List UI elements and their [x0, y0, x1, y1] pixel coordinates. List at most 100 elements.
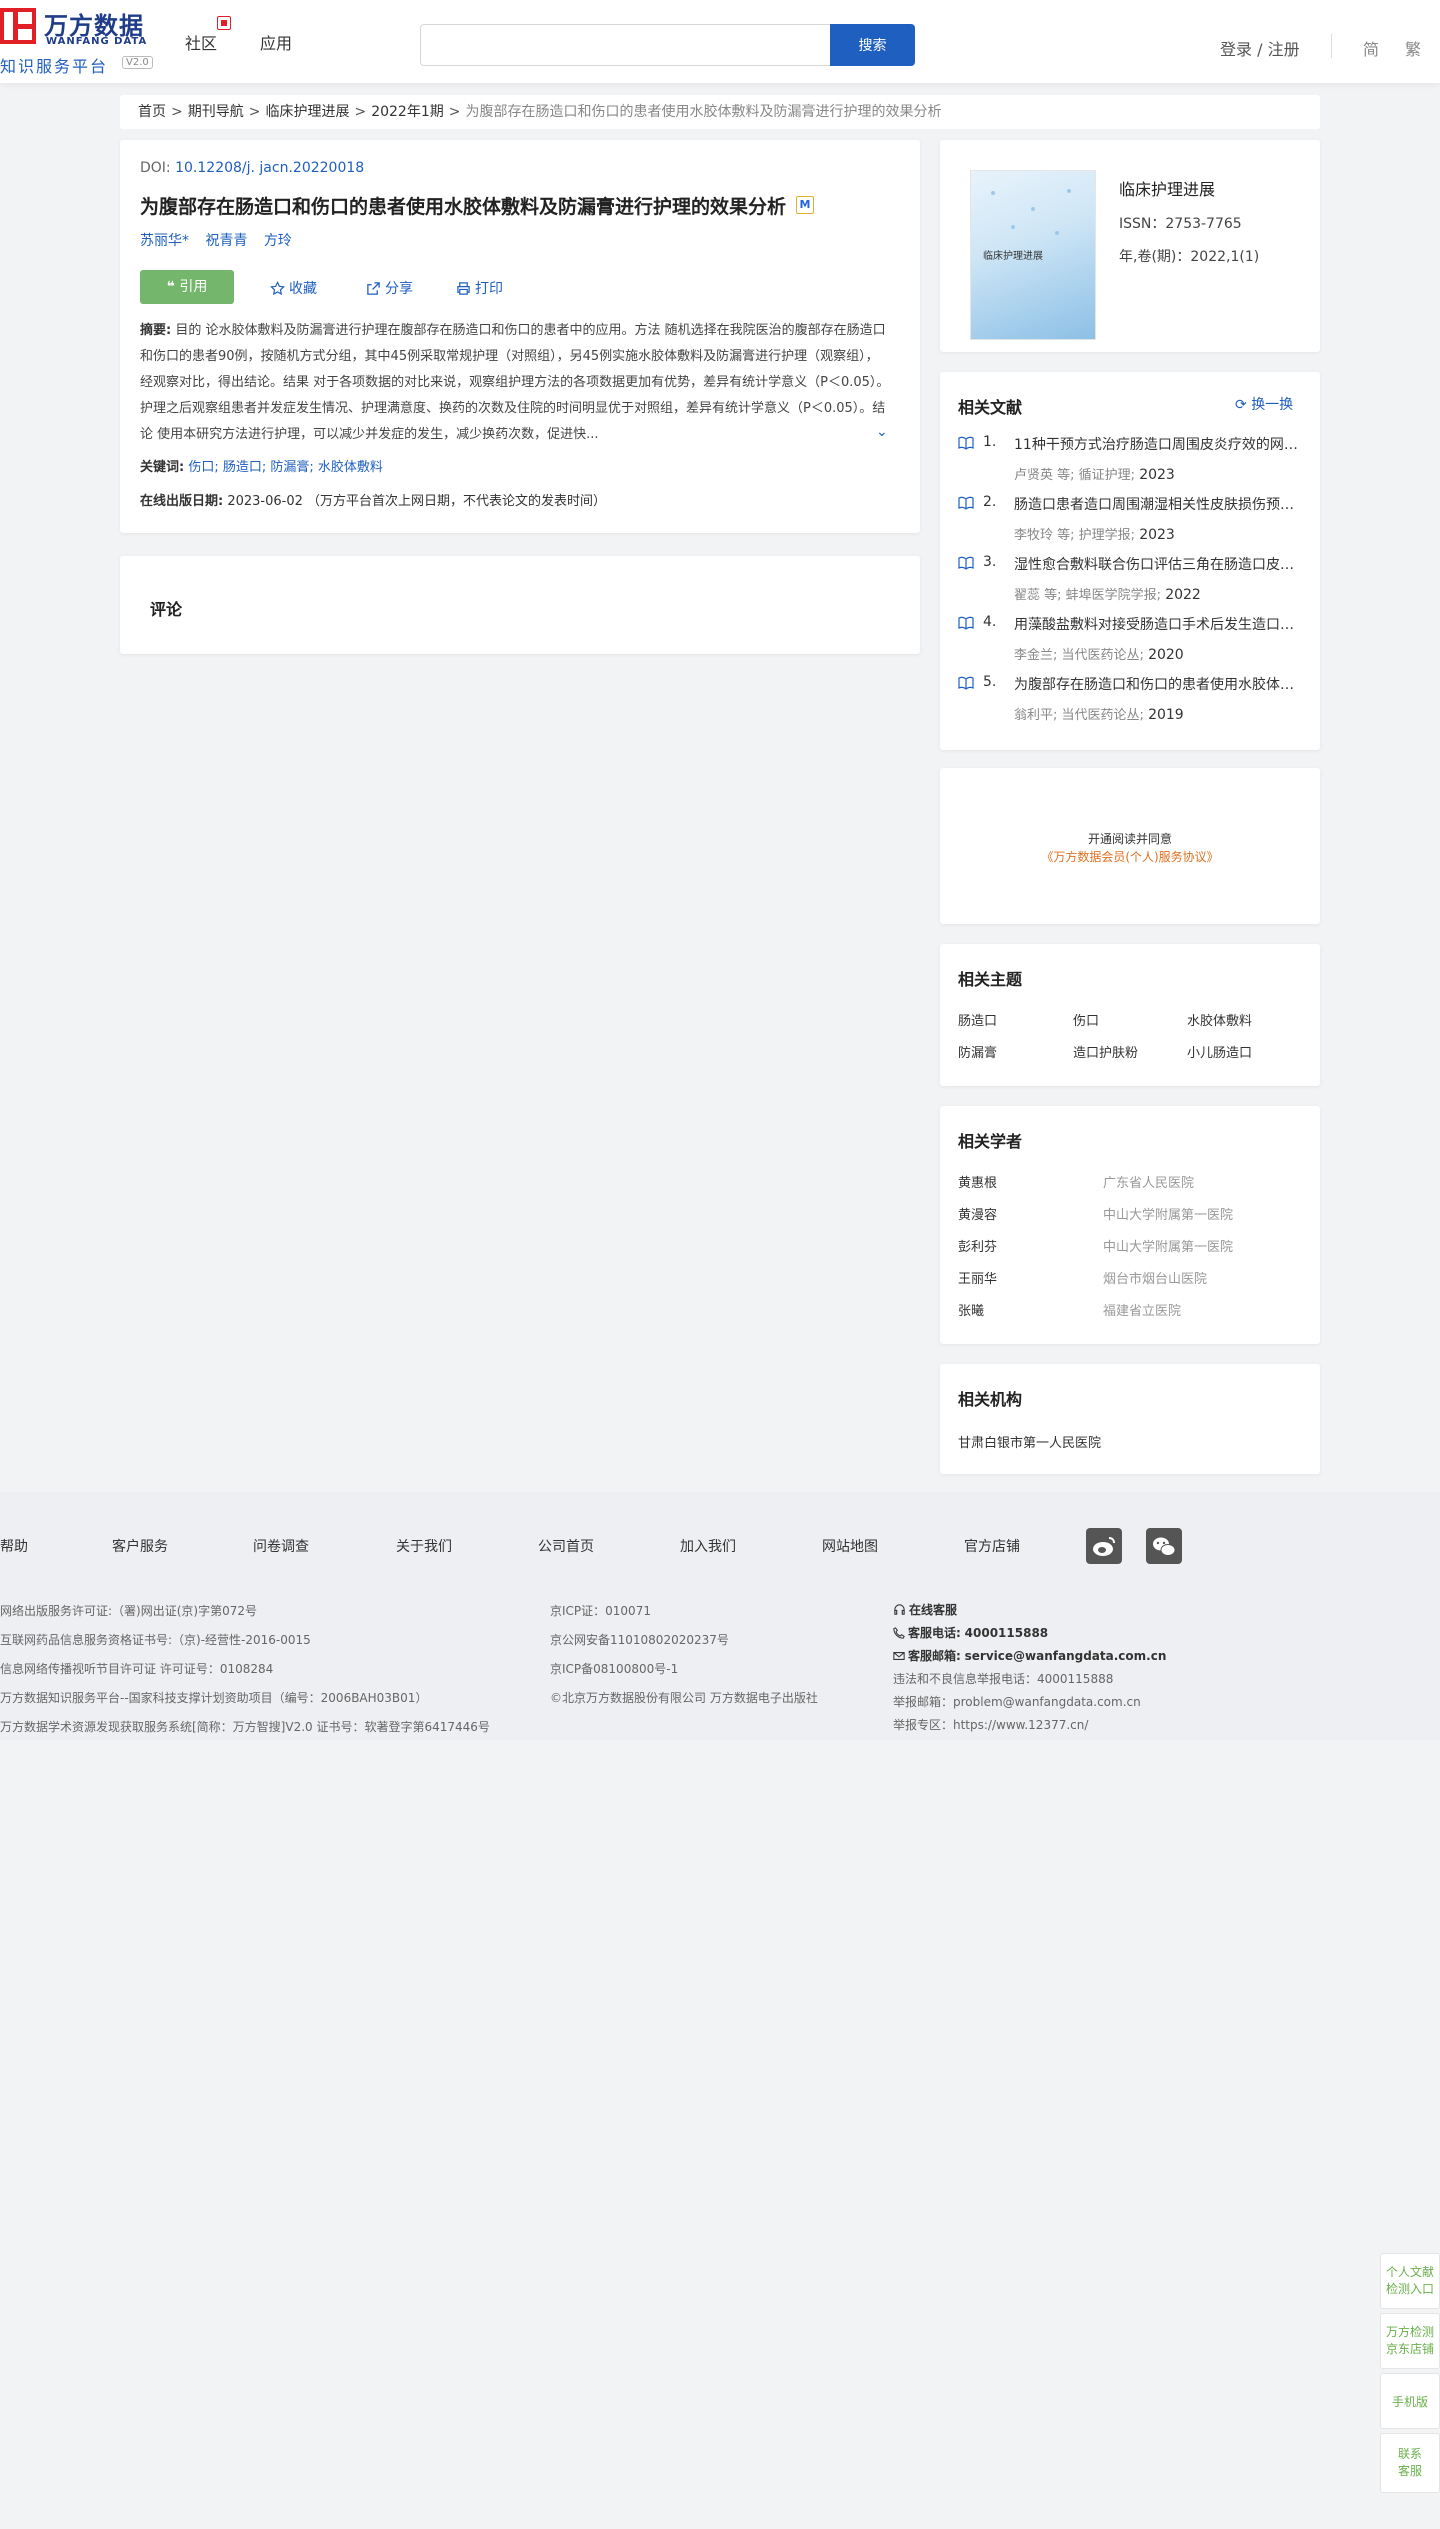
org-link[interactable]: 甘肃白银市第一人民医院	[958, 1432, 1101, 1451]
scholar-name[interactable]: 张曦	[958, 1300, 984, 1319]
breadcrumb-home[interactable]: 首页	[138, 104, 166, 120]
related-doc-item[interactable]: 3. 湿性愈合敷料联合伤口评估三角在肠造口皮肤黏膜分离患者中的应用翟蕊 等; 蚌埠…	[958, 554, 1304, 606]
related-doc-meta: 翟蕊 等; 蚌埠医学院学报; 2022	[1014, 584, 1201, 603]
lang-traditional[interactable]: 繁	[1405, 36, 1421, 60]
mobile-version-button[interactable]: 手机版	[1380, 2373, 1440, 2429]
related-doc-item[interactable]: 5. 为腹部存在肠造口和伤口的患者使用水胶体敷料及防漏膏进行护理的效果分析翁利平;…	[958, 674, 1304, 726]
related-doc-year: 2020	[1148, 647, 1184, 663]
footer-join-us[interactable]: 加入我们	[680, 1536, 736, 1556]
site-logo[interactable]: 万方数据 WANFANG DATA 知识服务平台 V2.0	[0, 6, 160, 76]
wechat-icon[interactable]	[1146, 1528, 1182, 1564]
print-button[interactable]: 打印	[456, 278, 503, 298]
check-jd-store-button[interactable]: 万方检测京东店铺	[1380, 2313, 1440, 2369]
footer-survey[interactable]: 问卷调查	[253, 1536, 309, 1556]
scholar-org[interactable]: 中山大学附属第一医院	[1103, 1236, 1233, 1255]
footer-company-home[interactable]: 公司首页	[538, 1536, 594, 1556]
related-doc-authors: 翟蕊 等;	[1014, 588, 1062, 603]
author-link[interactable]: 祝青青	[205, 233, 247, 249]
related-doc-meta: 翁利平; 当代医药论丛; 2019	[1014, 704, 1184, 723]
nav-apps[interactable]: 应用	[260, 30, 292, 54]
personal-check-button[interactable]: 个人文献检测入口	[1380, 2253, 1440, 2309]
topic-link[interactable]: 水胶体敷料	[1187, 1010, 1252, 1029]
related-doc-item[interactable]: 4. 用藻酸盐敷料对接受肠造口手术后发生造口周围并发症患者进行护理李金兰; 当代医…	[958, 614, 1304, 666]
footer-icp-record[interactable]: 京ICP备08100800号-1	[550, 1660, 678, 1677]
related-doc-title[interactable]: 湿性愈合敷料联合伤口评估三角在肠造口皮肤黏膜分离患者中的应用	[1014, 554, 1304, 574]
search-input[interactable]	[420, 24, 830, 66]
related-doc-number: 1.	[983, 434, 997, 450]
scholar-name[interactable]: 王丽华	[958, 1268, 997, 1287]
footer-license-5: 万方数据学术资源发现获取服务系统[简称：万方智搜]V2.0 证书号：软著登字第6…	[0, 1720, 490, 1734]
login-register-link[interactable]: 登录 / 注册	[1220, 36, 1300, 60]
scholar-org[interactable]: 广东省人民医院	[1103, 1172, 1194, 1191]
header-divider	[1331, 34, 1332, 58]
scholar-name[interactable]: 黄惠根	[958, 1172, 997, 1191]
lang-simplified[interactable]: 简	[1363, 36, 1379, 60]
cite-button[interactable]: ❝ 引用	[140, 270, 234, 304]
nav-community[interactable]: 社区	[185, 30, 217, 54]
footer-icp[interactable]: 京ICP证：010071	[550, 1602, 651, 1619]
mail-icon	[893, 1652, 905, 1660]
topic-link[interactable]: 肠造口	[958, 1010, 997, 1029]
search-button[interactable]: 搜索	[830, 24, 915, 66]
related-doc-meta: 卢贤英 等; 循证护理; 2023	[1014, 464, 1175, 483]
footer-about[interactable]: 关于我们	[396, 1536, 452, 1556]
print-label: 打印	[475, 281, 503, 297]
related-doc-item[interactable]: 1. 11种干预方式治疗肠造口周围皮炎疗效的网状Meta分析卢贤英 等; 循证护理…	[958, 434, 1304, 486]
related-doc-source: 护理学报;	[1078, 528, 1136, 543]
related-doc-item[interactable]: 2. 肠造口患者造口周围潮湿相关性皮肤损伤预防与护理的最佳证据总结李牧玲 等; 护…	[958, 494, 1304, 546]
scholar-org[interactable]: 福建省立医院	[1103, 1300, 1181, 1319]
scholar-name[interactable]: 彭利芬	[958, 1236, 997, 1255]
topic-link[interactable]: 造口护肤粉	[1073, 1042, 1138, 1061]
email-value[interactable]: service@wanfangdata.com.cn	[965, 1649, 1167, 1663]
author-link[interactable]: 方玲	[264, 233, 292, 249]
footer-report-site[interactable]: 举报专区：https://www.12377.cn/	[893, 1716, 1088, 1733]
scholar-name[interactable]: 黄漫容	[958, 1204, 997, 1223]
related-doc-title[interactable]: 为腹部存在肠造口和伤口的患者使用水胶体敷料及防漏膏进行护理的效果分析	[1014, 674, 1304, 694]
new-badge-icon	[217, 16, 231, 30]
author-link[interactable]: 苏丽华*	[140, 233, 189, 249]
favorite-button[interactable]: 收藏	[270, 278, 317, 298]
refresh-button[interactable]: ⟳ 换一换	[1235, 394, 1293, 414]
related-doc-title[interactable]: 肠造口患者造口周围潮湿相关性皮肤损伤预防与护理的最佳证据总结	[1014, 494, 1304, 514]
footer-official-store[interactable]: 官方店铺	[964, 1536, 1020, 1556]
footer-customer-service[interactable]: 客户服务	[112, 1536, 168, 1556]
doi-link[interactable]: 10.12208/j. jacn.20220018	[175, 160, 364, 176]
comments-title: 评论	[150, 600, 183, 619]
scholar-org[interactable]: 中山大学附属第一医院	[1103, 1204, 1233, 1223]
footer-license-4: 万方数据知识服务平台--国家科技支撑计划资助项目（编号：2006BAH03B01…	[0, 1691, 428, 1705]
footer-license-2: 互联网药品信息服务资格证书号:（京)-经营性-2016-0015	[0, 1633, 311, 1647]
related-doc-authors: 李牧玲 等;	[1014, 528, 1075, 543]
chevron-down-icon[interactable]: ⌄	[876, 424, 888, 440]
breadcrumb-issue[interactable]: 2022年1期	[371, 104, 444, 120]
share-button[interactable]: 分享	[366, 278, 413, 298]
topic-link[interactable]: 防漏膏	[958, 1042, 997, 1061]
related-doc-title[interactable]: 11种干预方式治疗肠造口周围皮炎疗效的网状Meta分析	[1014, 434, 1304, 454]
scholar-org[interactable]: 烟台市烟台山医院	[1103, 1268, 1207, 1287]
topic-link[interactable]: 小儿肠造口	[1187, 1042, 1252, 1061]
footer-help[interactable]: 帮助	[0, 1536, 28, 1556]
topic-link[interactable]: 伤口	[1073, 1010, 1099, 1029]
weibo-icon[interactable]	[1086, 1528, 1122, 1564]
related-doc-title[interactable]: 用藻酸盐敷料对接受肠造口手术后发生造口周围并发症患者进行护理	[1014, 614, 1304, 634]
related-topics-card: 相关主题 肠造口 伤口 水胶体敷料 防漏膏 造口护肤粉 小儿肠造口	[940, 944, 1320, 1086]
refresh-label: 换一换	[1251, 397, 1294, 413]
footer-phone: 客服电话: 4000115888	[893, 1624, 1048, 1641]
contact-service-button[interactable]: 联系客服	[1380, 2433, 1440, 2493]
footer-online-service[interactable]: 在线客服	[893, 1601, 957, 1618]
article-title: 为腹部存在肠造口和伤口的患者使用水胶体敷料及防漏膏进行护理的效果分析	[140, 196, 787, 218]
keywords-value[interactable]: 伤口; 肠造口; 防漏膏; 水胶体敷料	[188, 460, 383, 475]
service-agreement-link[interactable]: 《万方数据会员(个人)服务协议》	[940, 848, 1320, 865]
journal-name[interactable]: 临床护理进展	[1119, 176, 1215, 200]
breadcrumb-journal-nav[interactable]: 期刊导航	[188, 104, 244, 120]
journal-cover[interactable]: 临床护理进展	[970, 170, 1096, 340]
m-badge-icon[interactable]: M	[796, 196, 814, 214]
share-icon	[367, 282, 380, 295]
quote-icon: ❝	[166, 279, 175, 295]
breadcrumb-current: 为腹部存在肠造口和伤口的患者使用水胶体敷料及防漏膏进行护理的效果分析	[465, 104, 942, 120]
breadcrumb-separator: >	[354, 104, 367, 120]
membership-promo: 开通阅读并同意 《万方数据会员(个人)服务协议》	[940, 768, 1320, 924]
footer-sitemap[interactable]: 网站地图	[822, 1536, 878, 1556]
footer-report-email: 举报邮箱：problem@wanfangdata.com.cn	[893, 1695, 1141, 1709]
footer-police-record[interactable]: 京公网安备11010802020237号	[550, 1631, 729, 1648]
breadcrumb-journal[interactable]: 临床护理进展	[265, 104, 349, 120]
